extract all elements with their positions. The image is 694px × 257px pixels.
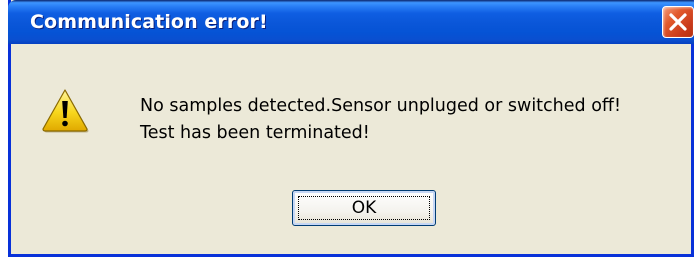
warning-icon [42,89,89,133]
dialog-title: Communication error! [30,11,268,33]
message-line: Test has been terminated! [140,123,370,143]
close-icon [669,13,687,31]
message-line: No samples detected.Sensor unpluged or s… [140,96,621,116]
error-dialog: Communication error! No samples detected… [8,0,694,257]
ok-button-label: OK [351,198,377,218]
title-bar[interactable]: Communication error! [8,0,694,44]
message-text: No samples detected.Sensor unpluged or s… [140,93,621,147]
ok-button[interactable]: OK [292,190,436,226]
close-button[interactable] [662,6,694,38]
